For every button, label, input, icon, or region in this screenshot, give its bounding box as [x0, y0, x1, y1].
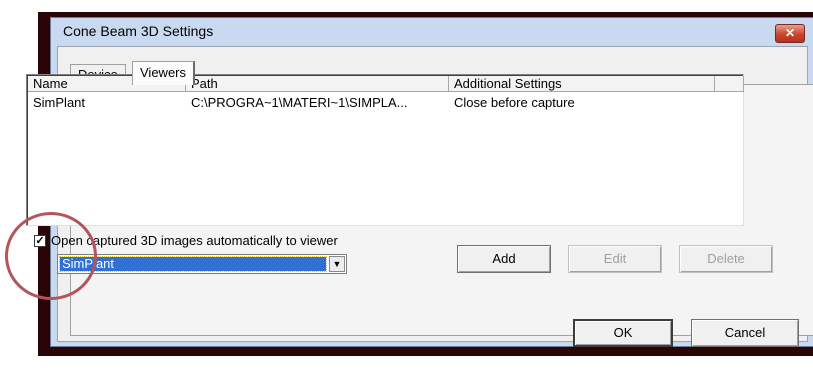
- ok-button[interactable]: OK: [573, 319, 673, 347]
- delete-button[interactable]: Delete: [679, 245, 773, 273]
- auto-open-checkbox[interactable]: ✓: [34, 235, 46, 247]
- close-button[interactable]: ✕: [775, 24, 805, 43]
- column-header-filler: [715, 76, 744, 92]
- list-item-name: SimPlant: [33, 95, 86, 110]
- list-item-settings: Close before capture: [454, 95, 575, 110]
- column-header-path[interactable]: Path: [186, 76, 449, 92]
- list-item-path: C:\PROGRA~1\MATERI~1\SIMPLA...: [191, 95, 408, 110]
- viewer-select[interactable]: SimPlant ▼: [57, 254, 347, 274]
- chevron-down-icon: ▼: [332, 259, 342, 269]
- dialog-title: Cone Beam 3D Settings: [63, 23, 214, 39]
- cancel-button[interactable]: Cancel: [691, 319, 799, 347]
- add-button[interactable]: Add: [457, 245, 551, 273]
- edit-button[interactable]: Edit: [568, 245, 662, 273]
- tab-viewers[interactable]: Viewers: [132, 61, 196, 85]
- checkmark-icon: ✓: [35, 235, 45, 247]
- viewers-list[interactable]: Name Path Additional Settings SimPlant C…: [26, 74, 744, 226]
- viewer-select-value: SimPlant: [59, 256, 327, 272]
- column-header-additional-settings[interactable]: Additional Settings: [449, 76, 715, 92]
- close-icon: ✕: [784, 26, 796, 40]
- auto-open-label[interactable]: Open captured 3D images automatically to…: [51, 233, 338, 248]
- viewer-select-dropdown-button[interactable]: ▼: [329, 256, 345, 272]
- list-item[interactable]: SimPlant C:\PROGRA~1\MATERI~1\SIMPLA... …: [28, 95, 742, 111]
